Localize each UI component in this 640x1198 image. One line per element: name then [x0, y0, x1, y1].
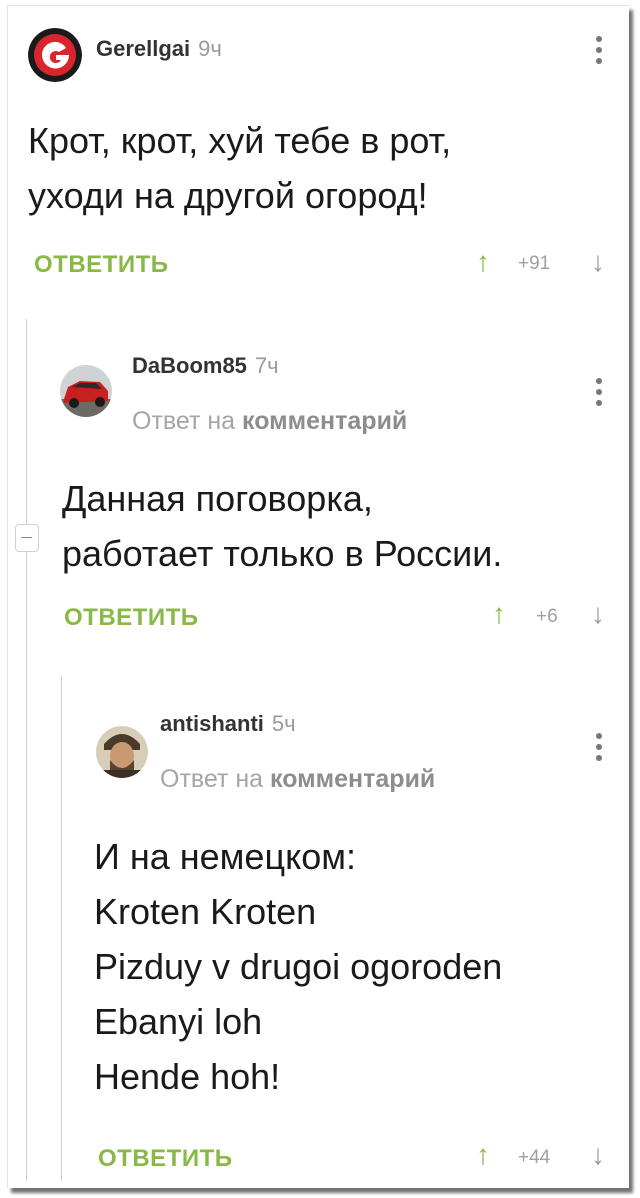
comment-text: И на немецком: Kroten Kroten Pizduy v dr…: [94, 829, 502, 1104]
reply-note: Ответ на комментарий: [132, 407, 407, 436]
reply-note-link[interactable]: комментарий: [242, 407, 407, 435]
comment-line: И на немецком:: [94, 836, 357, 877]
more-vertical-icon[interactable]: [595, 733, 603, 767]
downvote-arrow-icon[interactable]: ↓: [591, 598, 605, 630]
comment-gerellgai: Gerellgai 9ч Крот, крот, хуй тебе в рот, …: [8, 6, 629, 306]
reply-button[interactable]: ОТВЕТИТЬ: [98, 1145, 233, 1173]
author-label[interactable]: DaBoom85: [132, 353, 247, 378]
vote-count: +91: [518, 253, 551, 274]
reply-note-prefix: Ответ на: [160, 765, 264, 793]
avatar[interactable]: [60, 365, 112, 417]
comment-line: Крот, крот, хуй тебе в рот,: [28, 120, 452, 161]
vote-count: +6: [536, 606, 558, 627]
comment-line: Hende hoh!: [94, 1056, 281, 1097]
comment-time: 7ч: [254, 353, 279, 378]
vote-count: +44: [518, 1147, 551, 1168]
comment-line: Pizduy v drugoi ogoroden: [94, 946, 503, 987]
author-name[interactable]: Gerellgai 9ч: [96, 36, 222, 62]
comment-line: Kroten Kroten: [94, 891, 317, 932]
comment-antishanti: antishanti 5ч Ответ на комментарий И на н…: [8, 666, 629, 1188]
more-vertical-icon[interactable]: [595, 36, 603, 70]
downvote-arrow-icon[interactable]: ↓: [591, 1139, 605, 1171]
reply-button[interactable]: ОТВЕТИТЬ: [64, 604, 199, 632]
author-name[interactable]: antishanti 5ч: [160, 711, 296, 737]
comment-text: Крот, крот, хуй тебе в рот, уходи на дру…: [28, 113, 451, 223]
reply-note-link[interactable]: комментарий: [270, 765, 435, 793]
comment-line: уходи на другой огород!: [28, 175, 428, 216]
comment-line: Ebanyi loh: [94, 1001, 263, 1042]
comment-time: 5ч: [271, 711, 296, 736]
author-label[interactable]: antishanti: [160, 711, 264, 736]
downvote-arrow-icon[interactable]: ↓: [591, 246, 605, 278]
avatar-logo-icon: [28, 28, 82, 82]
reply-note-prefix: Ответ на: [132, 407, 236, 435]
author-name[interactable]: DaBoom85 7ч: [132, 353, 279, 379]
upvote-arrow-icon[interactable]: ↑: [492, 598, 506, 630]
reply-button[interactable]: ОТВЕТИТЬ: [34, 251, 169, 279]
upvote-arrow-icon[interactable]: ↑: [476, 1139, 490, 1171]
author-label[interactable]: Gerellgai: [96, 36, 190, 61]
avatar[interactable]: [28, 28, 82, 82]
comment-thread: Gerellgai 9ч Крот, крот, хуй тебе в рот, …: [7, 5, 629, 1188]
upvote-arrow-icon[interactable]: ↑: [476, 246, 490, 278]
comment-time: 9ч: [198, 36, 222, 61]
car-avatar-icon: [60, 365, 112, 417]
more-vertical-icon[interactable]: [595, 378, 603, 412]
reply-note: Ответ на комментарий: [160, 765, 435, 794]
comment-daboom85: DaBoom85 7ч Ответ на комментарий Данная п…: [8, 306, 629, 666]
comment-line: Данная поговорка,: [62, 478, 373, 519]
avatar[interactable]: [96, 726, 148, 778]
comment-line: работает только в России.: [62, 533, 503, 574]
comment-text: Данная поговорка, работает только в Росс…: [62, 471, 502, 581]
portrait-avatar-icon: [96, 726, 148, 778]
